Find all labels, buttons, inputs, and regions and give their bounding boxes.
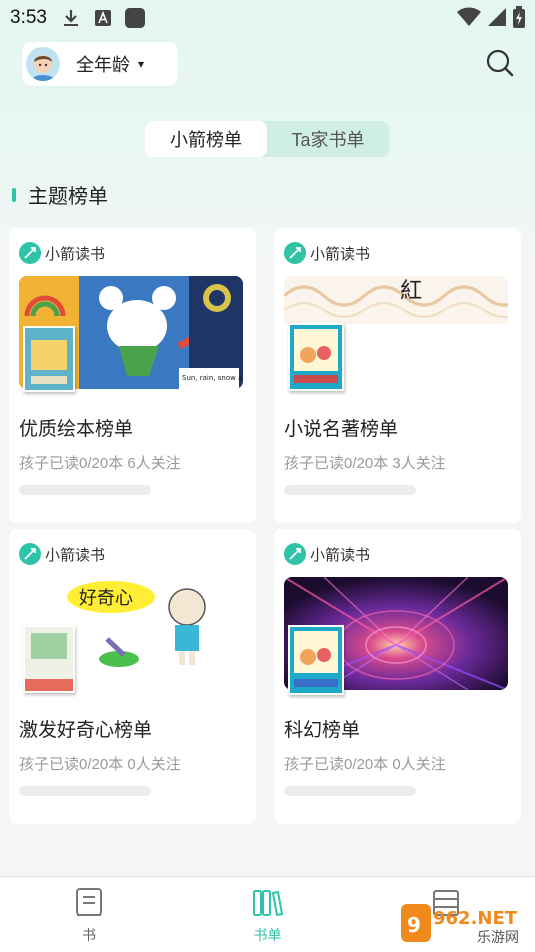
watermark-main: 962.NET bbox=[433, 908, 518, 929]
signal-icon bbox=[487, 7, 507, 31]
book-thumbnail bbox=[288, 323, 344, 391]
tab-ta-family-list[interactable]: Ta家书单 bbox=[267, 121, 389, 157]
reading-progress-bar bbox=[284, 485, 416, 495]
brand-name: 小箭读书 bbox=[310, 245, 371, 263]
section-header: 主题榜单 bbox=[12, 180, 108, 209]
nav-item-booklists[interactable]: 书单 bbox=[178, 877, 356, 952]
search-button[interactable] bbox=[485, 48, 515, 78]
card-title: 激发好奇心榜单 bbox=[19, 720, 153, 741]
nav-item-books[interactable]: 书 bbox=[0, 877, 178, 952]
nav-label-books: 书 bbox=[82, 927, 97, 943]
watermark-sub: 乐游网 bbox=[477, 930, 519, 946]
section-accent-bar bbox=[12, 187, 16, 202]
section-title: 主题榜单 bbox=[28, 186, 108, 208]
card-stats: 孩子已读0/20本 0人关注 bbox=[19, 756, 181, 773]
app-square-icon bbox=[124, 8, 145, 28]
age-selector[interactable]: 全年龄 ▾ bbox=[22, 42, 178, 86]
list-type-tabs: 小箭榜单 Ta家书单 bbox=[145, 121, 389, 157]
cover-caption: 好奇心 bbox=[79, 588, 133, 609]
card-brand: 小箭读书 bbox=[19, 543, 105, 565]
card-title: 科幻榜单 bbox=[284, 720, 361, 741]
card-stats: 孩子已读0/20本 0人关注 bbox=[284, 756, 446, 773]
search-icon bbox=[486, 49, 514, 77]
reading-progress-bar bbox=[19, 786, 151, 796]
brand-logo-icon bbox=[284, 242, 306, 264]
reading-progress-bar bbox=[284, 786, 416, 796]
brand-name: 小箭读书 bbox=[45, 546, 106, 564]
list-card-novels-classics[interactable]: 小箭读书 紅 小说名著榜单 孩子已读0/20本 3人关注 bbox=[274, 228, 521, 523]
card-title: 小说名著榜单 bbox=[284, 419, 399, 440]
list-card-picture-books[interactable]: 小箭读书 Sun, rain, snow and a bbox=[9, 228, 256, 523]
list-card-scifi[interactable]: 小箭读书 科幻榜单 孩子已读0/20本 0人关注 bbox=[274, 529, 521, 824]
card-brand: 小箭读书 bbox=[284, 242, 370, 264]
card-stats: 孩子已读0/20本 6人关注 bbox=[19, 455, 181, 472]
caret-down-icon: ▾ bbox=[138, 57, 145, 71]
download-icon bbox=[61, 8, 81, 28]
wifi-icon bbox=[457, 7, 481, 31]
brand-logo-icon bbox=[19, 242, 41, 264]
card-brand: 小箭读书 bbox=[284, 543, 370, 565]
reading-progress-bar bbox=[19, 485, 151, 495]
booklist-icon bbox=[253, 890, 284, 917]
battery-icon bbox=[513, 6, 525, 32]
brand-logo-icon bbox=[19, 543, 41, 565]
status-notification-icons bbox=[61, 8, 145, 28]
watermark-logo: 9 962.NET 乐游网 bbox=[401, 900, 529, 946]
card-brand: 小箭读书 bbox=[19, 242, 105, 264]
tab-xiaojian-list[interactable]: 小箭榜单 bbox=[145, 121, 267, 157]
brand-logo-icon bbox=[284, 543, 306, 565]
card-stats: 孩子已读0/20本 3人关注 bbox=[284, 455, 446, 472]
nav-label-booklists: 书单 bbox=[253, 927, 282, 943]
card-title: 优质绘本榜单 bbox=[19, 419, 134, 440]
a-icon bbox=[93, 8, 113, 28]
book-thumbnail bbox=[23, 326, 75, 392]
cover-caption: 紅 bbox=[400, 279, 422, 304]
book-icon bbox=[76, 888, 103, 916]
status-right-icons bbox=[457, 6, 525, 32]
avatar bbox=[26, 47, 60, 81]
brand-name: 小箭读书 bbox=[45, 245, 106, 263]
svg-text:9: 9 bbox=[407, 913, 421, 937]
status-time: 3:53 bbox=[10, 7, 47, 28]
cover-caption: Sun, rain, snow and a bbox=[182, 374, 243, 382]
age-label: 全年龄 bbox=[76, 55, 130, 75]
book-thumbnail bbox=[288, 625, 344, 695]
status-bar: 3:53 bbox=[0, 0, 535, 36]
book-thumbnail bbox=[23, 625, 75, 693]
list-card-curiosity[interactable]: 小箭读书 好奇心 激发好奇心榜单 孩子已读0/20本 0人关注 bbox=[9, 529, 256, 824]
app-screen: 3:53 全年龄 ▾ 小箭榜单 Ta家书单 主题榜单 小箭读书 Sun, rai… bbox=[0, 0, 535, 952]
brand-name: 小箭读书 bbox=[310, 546, 371, 564]
